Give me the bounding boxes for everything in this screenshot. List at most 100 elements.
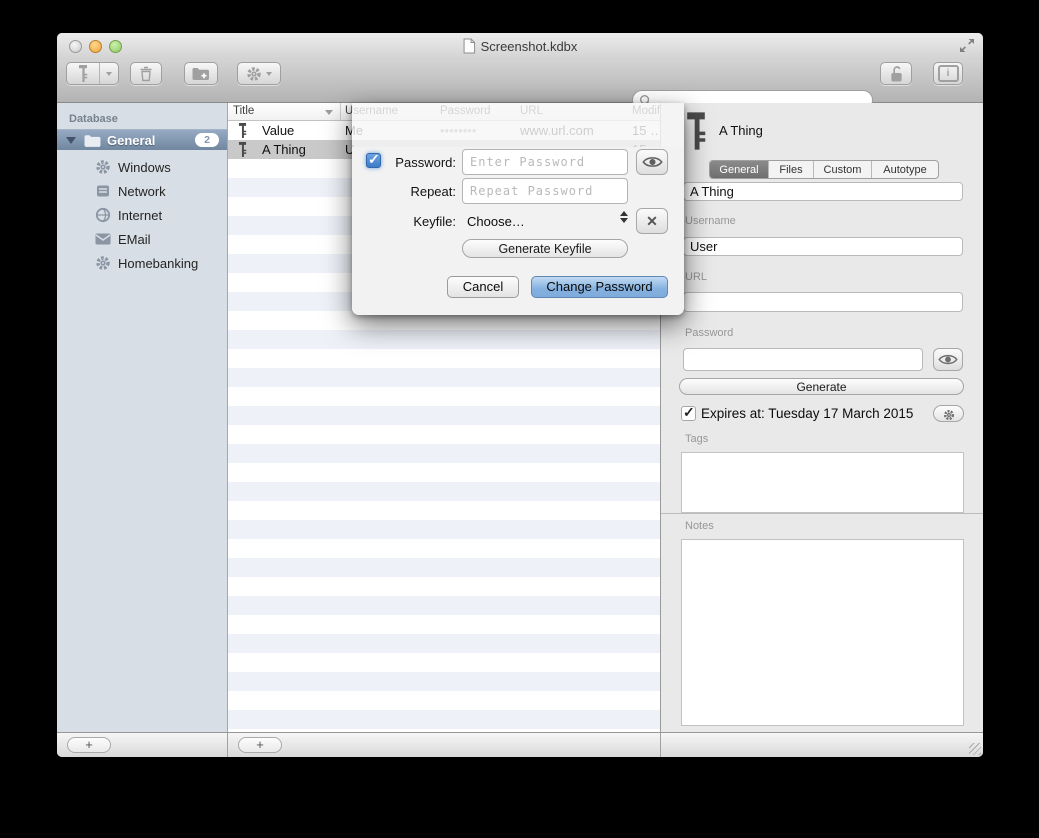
fullscreen-icon[interactable] bbox=[959, 38, 975, 53]
eye-icon bbox=[938, 353, 958, 366]
sidebar-item-label: Internet bbox=[118, 208, 162, 223]
dialog-password-label: Password: bbox=[382, 155, 456, 170]
sidebar-item-windows[interactable]: Windows bbox=[57, 155, 227, 179]
reveal-password-button[interactable] bbox=[933, 348, 963, 371]
title-group: Screenshot.kdbx bbox=[463, 38, 578, 54]
generate-password-button[interactable]: Generate bbox=[679, 378, 964, 395]
add-entry-footer-button[interactable]: + bbox=[238, 737, 282, 753]
dialog-repeat-label: Repeat: bbox=[382, 184, 456, 199]
document-proxy-icon[interactable] bbox=[463, 38, 476, 54]
sidebar-item-label: EMail bbox=[118, 232, 151, 247]
inspector-entry-title: A Thing bbox=[719, 123, 763, 138]
resize-grip[interactable] bbox=[969, 743, 981, 755]
title-field[interactable] bbox=[683, 182, 963, 201]
disclosure-triangle-icon[interactable] bbox=[66, 137, 76, 144]
key-icon bbox=[67, 63, 99, 84]
new-password-input[interactable] bbox=[462, 149, 628, 175]
expires-checkbox[interactable] bbox=[681, 406, 696, 421]
close-button[interactable] bbox=[69, 40, 82, 53]
eye-icon bbox=[642, 155, 663, 169]
sidebar-item-internet[interactable]: Internet bbox=[57, 203, 227, 227]
minimize-button[interactable] bbox=[89, 40, 102, 53]
sidebar-group-general[interactable]: General 2 bbox=[57, 129, 227, 150]
sidebar-item-label: Homebanking bbox=[118, 256, 198, 271]
sidebar-group-label: General bbox=[107, 133, 155, 148]
change-password-dialog: Password: Repeat: Keyfile: Choose… ✕ Gen… bbox=[352, 103, 684, 315]
action-button[interactable] bbox=[237, 62, 281, 85]
add-entry-button[interactable] bbox=[66, 62, 119, 85]
toolbar: Add Entry Delete Add Group Action Search bbox=[57, 60, 983, 103]
globe-icon bbox=[95, 207, 111, 223]
footer-divider bbox=[660, 733, 661, 757]
sidebar-item-network[interactable]: Network bbox=[57, 179, 227, 203]
inspector-tabs: General Files Custom Autotype bbox=[709, 160, 939, 179]
bottom-bar: + + bbox=[57, 732, 983, 757]
desktop: Screenshot.kdbx Add Entry Delete Add Gro… bbox=[0, 0, 1039, 838]
gear-icon bbox=[95, 159, 111, 175]
username-label: Username bbox=[685, 215, 736, 227]
tags-label: Tags bbox=[685, 433, 708, 445]
delete-button[interactable] bbox=[130, 62, 162, 85]
expires-settings-button[interactable] bbox=[933, 405, 964, 422]
url-field[interactable] bbox=[683, 292, 963, 312]
tags-field[interactable] bbox=[681, 452, 964, 513]
inspector-button[interactable]: i bbox=[933, 62, 963, 85]
generate-keyfile-button[interactable]: Generate Keyfile bbox=[462, 239, 628, 258]
add-group-footer-button[interactable]: + bbox=[67, 737, 111, 753]
notes-field[interactable] bbox=[681, 539, 964, 726]
notes-label: Notes bbox=[685, 520, 714, 532]
folder-plus-icon bbox=[192, 67, 210, 81]
inspector-panel: A Thing General Files Custom Autotype Us… bbox=[661, 103, 983, 732]
server-icon bbox=[95, 183, 111, 199]
tab-general[interactable]: General bbox=[710, 161, 769, 178]
inspector-icon: i bbox=[938, 65, 959, 82]
column-divider[interactable] bbox=[340, 103, 341, 121]
add-group-button[interactable] bbox=[184, 62, 218, 85]
add-entry-dropdown[interactable] bbox=[100, 63, 118, 84]
sort-descending-icon bbox=[325, 110, 333, 115]
sidebar: Database General 2 Windows Network Inter… bbox=[57, 103, 227, 732]
close-icon: ✕ bbox=[646, 213, 658, 230]
lock-button[interactable] bbox=[880, 62, 912, 85]
username-field[interactable] bbox=[683, 237, 963, 256]
column-header-title[interactable]: Title bbox=[233, 105, 254, 117]
password-label: Password bbox=[685, 327, 733, 339]
url-label: URL bbox=[685, 271, 707, 283]
footer-divider bbox=[227, 733, 228, 757]
key-icon bbox=[685, 112, 707, 150]
section-divider bbox=[661, 513, 983, 514]
cell-title: Value bbox=[262, 123, 294, 138]
gear-icon bbox=[246, 66, 262, 82]
gear-icon bbox=[943, 409, 955, 421]
folder-icon bbox=[84, 134, 101, 147]
sidebar-section-header: Database bbox=[69, 113, 118, 125]
sidebar-item-email[interactable]: EMail bbox=[57, 227, 227, 251]
window-title: Screenshot.kdbx bbox=[481, 39, 578, 54]
cell-title: A Thing bbox=[262, 142, 306, 157]
expires-label: Expires at: Tuesday 17 March 2015 bbox=[701, 406, 913, 421]
tab-files[interactable]: Files bbox=[769, 161, 814, 178]
tab-autotype[interactable]: Autotype bbox=[872, 161, 938, 178]
show-password-button[interactable] bbox=[636, 149, 668, 175]
lock-icon bbox=[889, 65, 904, 82]
change-password-button[interactable]: Change Password bbox=[531, 276, 668, 298]
sidebar-group-badge: 2 bbox=[195, 133, 219, 147]
key-icon bbox=[238, 123, 247, 138]
keyfile-stepper-icon[interactable] bbox=[620, 211, 628, 223]
titlebar[interactable]: Screenshot.kdbx bbox=[57, 33, 983, 61]
clear-keyfile-button[interactable]: ✕ bbox=[636, 208, 668, 234]
envelope-icon bbox=[95, 231, 111, 247]
key-icon bbox=[238, 142, 247, 157]
tab-custom[interactable]: Custom bbox=[814, 161, 872, 178]
sidebar-item-homebanking[interactable]: Homebanking bbox=[57, 251, 227, 275]
keyfile-popup[interactable]: Choose… bbox=[467, 214, 525, 229]
zoom-button[interactable] bbox=[109, 40, 122, 53]
cancel-button[interactable]: Cancel bbox=[447, 276, 519, 298]
dialog-shadow-strip bbox=[352, 103, 684, 147]
password-enabled-checkbox[interactable] bbox=[366, 153, 381, 168]
password-field[interactable] bbox=[683, 348, 923, 371]
sidebar-item-label: Windows bbox=[118, 160, 171, 175]
gear-icon bbox=[95, 255, 111, 271]
repeat-password-input[interactable] bbox=[462, 178, 628, 204]
sidebar-item-label: Network bbox=[118, 184, 166, 199]
